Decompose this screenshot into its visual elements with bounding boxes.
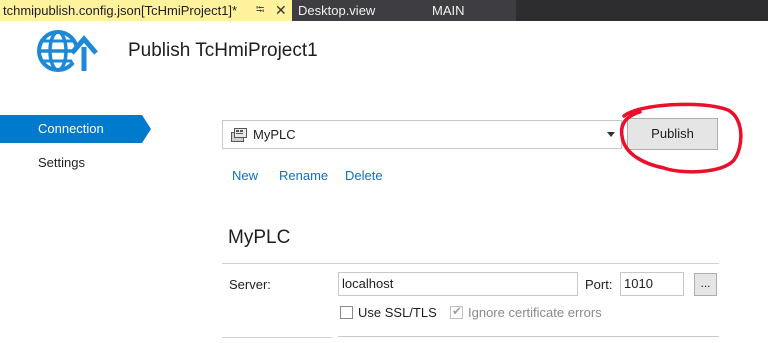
tab-publish-config[interactable]: tchmipublish.config.json[TcHmiProject1]*…: [0, 0, 292, 21]
divider: [222, 337, 332, 338]
rename-profile-link[interactable]: Rename: [279, 168, 328, 183]
tab-main[interactable]: MAIN: [406, 0, 516, 21]
tab-title: Desktop.view: [298, 3, 376, 18]
publish-button[interactable]: Publish: [627, 118, 718, 150]
sidebar-item-label: Settings: [38, 155, 85, 170]
port-label: Port:: [585, 277, 613, 292]
port-input[interactable]: 1010: [620, 272, 684, 296]
profile-dropdown[interactable]: MyPLC: [222, 120, 622, 149]
page-title: Publish TcHmiProject1: [128, 40, 318, 61]
tab-title: tchmipublish.config.json[TcHmiProject1]*: [3, 3, 238, 18]
ignore-cert-checkbox: ✔: [450, 304, 463, 319]
pin-icon[interactable]: ⭾: [256, 0, 264, 21]
sidebar-item-connection[interactable]: Connection: [0, 115, 142, 143]
profile-value: MyPLC: [253, 127, 296, 142]
section-title: MyPLC: [228, 227, 291, 248]
checkmark-icon: ✔: [452, 304, 463, 318]
tab-title: MAIN: [432, 3, 465, 18]
delete-profile-link[interactable]: Delete: [345, 168, 383, 183]
sidebar-item-label: Connection: [38, 121, 104, 136]
tab-strip-filler: [516, 0, 768, 21]
server-label: Server:: [229, 277, 271, 292]
chevron-down-icon[interactable]: [607, 132, 615, 137]
plc-icon: [231, 128, 247, 142]
globe-upload-icon: [37, 30, 98, 72]
selection-arrow: [142, 115, 151, 143]
new-profile-link[interactable]: New: [232, 168, 258, 183]
server-input[interactable]: localhost: [338, 272, 578, 296]
ssl-checkbox[interactable]: [340, 306, 353, 319]
sidebar-item-settings[interactable]: Settings: [0, 149, 85, 177]
section-divider: [222, 263, 719, 264]
ignore-cert-label: Ignore certificate errors: [468, 305, 602, 320]
document-tab-strip: tchmipublish.config.json[TcHmiProject1]*…: [0, 0, 768, 21]
browse-button[interactable]: ...: [694, 273, 717, 296]
ssl-label: Use SSL/TLS: [358, 305, 437, 320]
tab-desktop-view[interactable]: Desktop.view: [292, 0, 406, 21]
close-icon[interactable]: ✕: [275, 0, 287, 21]
